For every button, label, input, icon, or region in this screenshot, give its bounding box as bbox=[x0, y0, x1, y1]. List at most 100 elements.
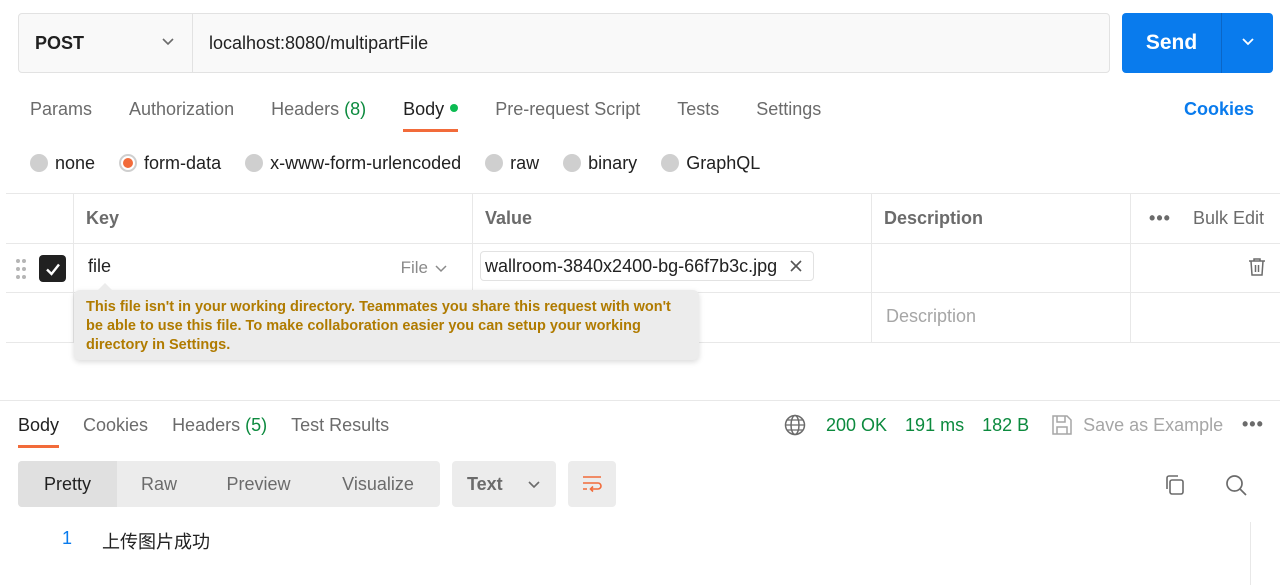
radio-x-www-form-urlencoded[interactable]: x-www-form-urlencoded bbox=[245, 150, 461, 176]
table-header-row: Key Value Description ••• Bulk Edit bbox=[6, 194, 1280, 244]
status-code[interactable]: 200 OK bbox=[826, 415, 887, 436]
checkmark-icon bbox=[45, 263, 60, 276]
view-preview[interactable]: Preview bbox=[201, 461, 316, 507]
description-placeholder: Description bbox=[886, 306, 977, 326]
radio-label: binary bbox=[588, 152, 638, 173]
row-actions bbox=[1131, 293, 1280, 342]
url-input[interactable]: localhost:8080/multipartFile bbox=[193, 14, 1109, 72]
row-controls bbox=[6, 244, 74, 292]
radio-binary[interactable]: binary bbox=[563, 150, 637, 176]
response-view-switcher: Pretty Raw Preview Visualize bbox=[18, 461, 440, 507]
cookies-link[interactable]: Cookies bbox=[1184, 96, 1254, 122]
tab-label: Body bbox=[18, 415, 60, 435]
tab-label: Body bbox=[403, 99, 445, 119]
save-as-example-label: Save as Example bbox=[1083, 414, 1224, 435]
key-type-label: File bbox=[400, 258, 428, 277]
radio-label: none bbox=[55, 152, 96, 173]
file-chip[interactable]: wallroom-3840x2400-bg-66f7b3c.jpg bbox=[480, 251, 815, 281]
body-type-radios: none form-data x-www-form-urlencoded raw… bbox=[30, 150, 784, 176]
radio-circle bbox=[30, 154, 48, 172]
radio-graphql[interactable]: GraphQL bbox=[661, 150, 760, 176]
globe-icon[interactable] bbox=[784, 414, 806, 436]
method-select[interactable]: POST bbox=[19, 14, 193, 72]
header-key: Key bbox=[74, 194, 473, 243]
more-options-button[interactable]: ••• bbox=[1149, 208, 1171, 229]
radio-label: form-data bbox=[144, 152, 222, 173]
radio-label: raw bbox=[510, 152, 540, 173]
tab-label: Settings bbox=[756, 99, 822, 119]
tab-label: Cookies bbox=[83, 415, 149, 435]
close-icon[interactable] bbox=[789, 259, 803, 273]
description-cell[interactable]: Description bbox=[872, 293, 1131, 342]
response-tabs: Body Cookies Headers (5) Test Results bbox=[18, 412, 413, 448]
tab-response-headers[interactable]: Headers (5) bbox=[172, 412, 267, 448]
tab-authorization[interactable]: Authorization bbox=[129, 96, 234, 132]
tab-params[interactable]: Params bbox=[30, 96, 92, 132]
radio-circle bbox=[485, 154, 504, 172]
radio-none[interactable]: none bbox=[30, 150, 95, 176]
tab-test-results[interactable]: Test Results bbox=[291, 412, 389, 448]
description-cell[interactable] bbox=[872, 244, 1131, 292]
header-spacer bbox=[6, 194, 74, 243]
save-as-example-button[interactable]: Save as Example bbox=[1051, 414, 1223, 436]
radio-circle bbox=[563, 154, 582, 172]
body-indicator-dot bbox=[450, 104, 459, 112]
radio-label: GraphQL bbox=[686, 152, 761, 173]
radio-form-data[interactable]: form-data bbox=[119, 150, 221, 176]
view-pretty[interactable]: Pretty bbox=[18, 461, 117, 507]
file-name: wallroom-3840x2400-bg-66f7b3c.jpg bbox=[485, 255, 778, 276]
radio-raw[interactable]: raw bbox=[485, 150, 539, 176]
chevron-down-icon bbox=[1240, 33, 1256, 54]
row-actions bbox=[1131, 244, 1280, 292]
wrap-lines-button[interactable] bbox=[568, 461, 616, 507]
chevron-down-icon bbox=[435, 265, 447, 273]
method-label: POST bbox=[35, 32, 85, 53]
format-select[interactable]: Text bbox=[452, 461, 556, 507]
tab-label: Headers bbox=[172, 415, 241, 435]
key-type-select[interactable]: File bbox=[401, 258, 448, 278]
table-row: file File wallroom-3840x2400-bg-66f7b3c.… bbox=[6, 244, 1280, 293]
send-button-group: Send bbox=[1122, 13, 1273, 73]
send-button[interactable]: Send bbox=[1122, 13, 1222, 73]
tab-label: Test Results bbox=[291, 415, 390, 435]
radio-label: x-www-form-urlencoded bbox=[270, 152, 462, 173]
tab-headers[interactable]: Headers (8) bbox=[271, 96, 366, 132]
tab-label: Authorization bbox=[129, 99, 235, 119]
tab-tests[interactable]: Tests bbox=[677, 96, 719, 132]
response-size[interactable]: 182 B bbox=[982, 415, 1029, 436]
tab-label: Tests bbox=[677, 99, 720, 119]
trash-icon[interactable] bbox=[1248, 257, 1266, 277]
tab-label: Headers bbox=[271, 99, 340, 119]
view-visualize[interactable]: Visualize bbox=[316, 461, 440, 507]
tab-response-body[interactable]: Body bbox=[18, 412, 60, 448]
format-label: Text bbox=[467, 473, 503, 494]
view-raw[interactable]: Raw bbox=[117, 461, 201, 507]
tab-response-cookies[interactable]: Cookies bbox=[83, 412, 148, 448]
tab-count: (8) bbox=[344, 99, 367, 119]
response-time[interactable]: 191 ms bbox=[905, 415, 964, 436]
drag-handle-icon[interactable] bbox=[15, 258, 27, 280]
tab-body[interactable]: Body bbox=[403, 96, 459, 132]
tab-count: (5) bbox=[245, 415, 268, 435]
code-line[interactable]: 上传图片成功 bbox=[102, 528, 210, 554]
scrollbar[interactable] bbox=[1250, 522, 1280, 585]
more-options-button[interactable]: ••• bbox=[1242, 414, 1264, 435]
key-cell[interactable]: file File bbox=[74, 244, 473, 292]
tab-label: Params bbox=[30, 99, 93, 119]
send-options-button[interactable] bbox=[1222, 13, 1273, 73]
chevron-down-icon bbox=[160, 33, 176, 54]
request-tabs: Params Authorization Headers (8) Body Pr… bbox=[30, 96, 858, 132]
search-icon[interactable] bbox=[1224, 473, 1248, 497]
request-bar: POST localhost:8080/multipartFile bbox=[18, 13, 1110, 73]
header-description: Description bbox=[872, 194, 1131, 243]
chevron-down-icon bbox=[528, 481, 540, 489]
line-number: 1 bbox=[62, 528, 73, 548]
radio-circle bbox=[245, 154, 264, 172]
copy-icon[interactable] bbox=[1163, 473, 1187, 497]
save-icon bbox=[1052, 415, 1072, 435]
bulk-edit-button[interactable]: Bulk Edit bbox=[1193, 208, 1264, 229]
tab-pre-request-script[interactable]: Pre-request Script bbox=[495, 96, 640, 132]
tab-settings[interactable]: Settings bbox=[756, 96, 821, 132]
row-checkbox[interactable] bbox=[39, 255, 66, 282]
response-divider bbox=[0, 400, 1280, 401]
